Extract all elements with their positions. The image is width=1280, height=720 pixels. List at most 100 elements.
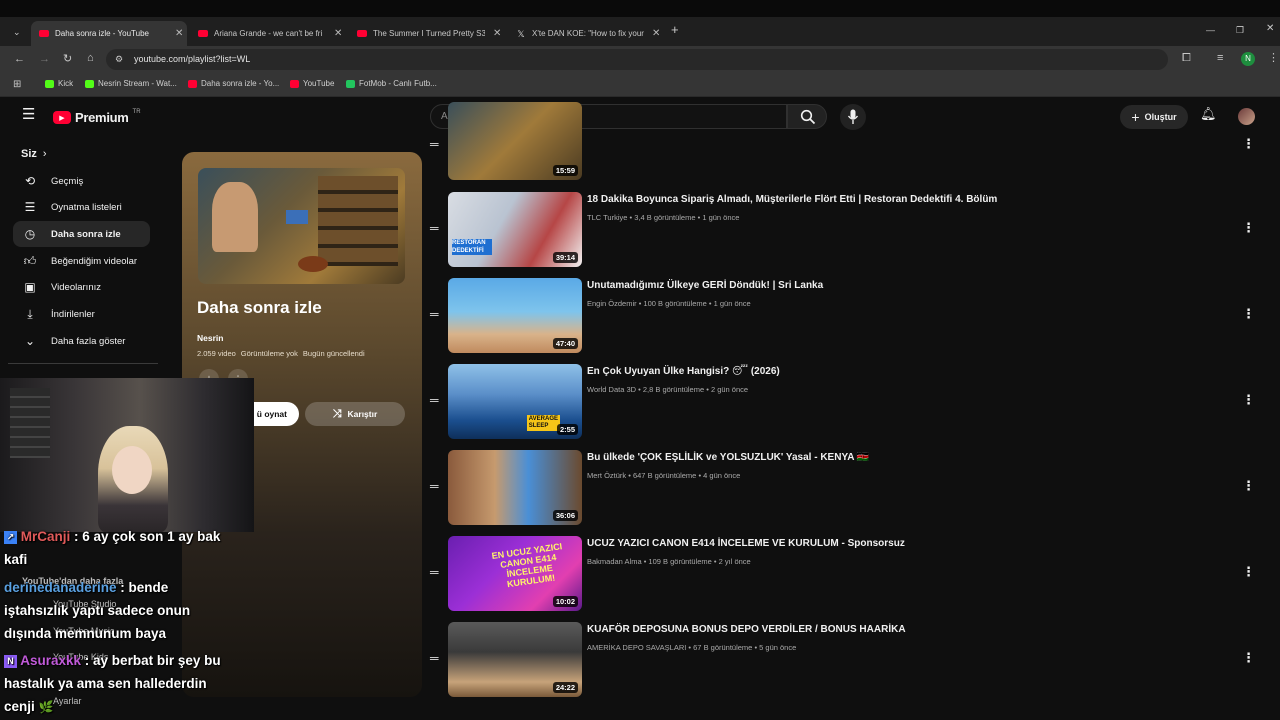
video-title[interactable]: Bu ülkede 'ÇOK EŞLİLİK ve YOLSUZLUK' Yas… bbox=[587, 452, 869, 463]
more-actions-icon[interactable]: ⋮ bbox=[1242, 306, 1255, 322]
sidebar-item-label: İndirilenler bbox=[51, 308, 95, 320]
tab-search-icon[interactable]: ⌄ bbox=[13, 26, 21, 38]
thumbnail-logo: RESTORAN DEDEKTİFİ bbox=[452, 239, 492, 255]
video-thumbnail[interactable]: RESTORAN DEDEKTİFİ 39:14 bbox=[448, 192, 582, 267]
more-actions-icon[interactable]: ⋮ bbox=[1242, 220, 1255, 236]
bookmark-2[interactable]: Daha sonra izle - Yo... bbox=[188, 79, 279, 88]
bookmark-1[interactable]: Nesrin Stream - Wat... bbox=[85, 79, 177, 88]
list-item-video-5[interactable]: ═ EN UCUZ YAZICI CANON E414 İNCELEME KURULU… bbox=[430, 534, 1260, 614]
close-icon[interactable]: ✕ bbox=[334, 28, 342, 39]
bookmark-4[interactable]: FotMob - Canlı Futb... bbox=[346, 79, 437, 88]
drag-handle-icon[interactable]: ═ bbox=[430, 222, 442, 234]
video-thumbnail[interactable]: 24:22 bbox=[448, 622, 582, 697]
video-title[interactable]: En Çok Uyuyan Ülke Hangisi? 😴 (2026) bbox=[587, 366, 780, 377]
address-bar[interactable]: ⚙ youtube.com/playlist?list=WL bbox=[106, 49, 1168, 70]
video-thumbnail[interactable]: 36:06 bbox=[448, 450, 582, 525]
playlist-thumbnail[interactable] bbox=[198, 168, 405, 284]
bookmark-0[interactable]: Kick bbox=[45, 79, 73, 88]
more-actions-icon[interactable]: ⋮ bbox=[1242, 564, 1255, 580]
video-thumbnail[interactable]: 15:59 bbox=[448, 102, 582, 180]
channel-name[interactable]: Bakmadan Alma bbox=[587, 557, 642, 566]
channel-name[interactable]: World Data 3D bbox=[587, 385, 636, 394]
video-title[interactable]: KUAFÖR DEPOSUNA BONUS DEPO VERDİLER / BO… bbox=[587, 624, 906, 635]
home-icon[interactable]: ⌂ bbox=[87, 52, 94, 64]
list-item-video-2[interactable]: ═ 47:40 Unutamadığımız Ülkeye GERİ Döndü… bbox=[430, 276, 1260, 356]
list-item-video-3[interactable]: ═ AVERAGE SLEEP 2:55 En Çok Uyuyan Ülke H… bbox=[430, 362, 1260, 442]
forward-icon[interactable]: → bbox=[39, 53, 50, 65]
youtube-favicon-icon bbox=[39, 30, 49, 37]
drag-handle-icon[interactable]: ═ bbox=[430, 480, 442, 492]
list-item-video-6[interactable]: ═ 24:22 KUAFÖR DEPOSUNA BONUS DEPO VERDİ… bbox=[430, 620, 1260, 700]
media-icon[interactable]: ≡ bbox=[1217, 52, 1223, 64]
video-thumbnail[interactable]: EN UCUZ YAZICI CANON E414 İNCELEME KURULUM!… bbox=[448, 536, 582, 611]
view-count: 67 B görüntüleme bbox=[693, 643, 753, 652]
fotmob-favicon-icon bbox=[346, 79, 355, 88]
channel-name[interactable]: AMERİKA DEPO SAVAŞLARI bbox=[587, 643, 686, 652]
more-actions-icon[interactable]: ⋮ bbox=[1242, 650, 1255, 666]
list-item-video-0[interactable]: ═ 15:59 ⋮ bbox=[430, 102, 1260, 182]
minimize-icon[interactable]: — bbox=[1206, 24, 1215, 36]
tab-1[interactable]: Ariana Grande - we can't be fri ✕ bbox=[190, 21, 346, 46]
sidebar-item-label: Geçmiş bbox=[51, 175, 84, 187]
channel-name[interactable]: TLC Turkiye bbox=[587, 213, 627, 222]
site-info-icon[interactable]: ⚙ bbox=[115, 49, 123, 70]
menu-icon[interactable]: ☰ bbox=[22, 107, 35, 122]
more-actions-icon[interactable]: ⋮ bbox=[1242, 392, 1255, 408]
list-item-video-4[interactable]: ═ 36:06 Bu ülkede 'ÇOK EŞLİLİK ve YOLSUZ… bbox=[430, 448, 1260, 528]
video-title[interactable]: Unutamadığımız Ülkeye GERİ Döndük! | Sri… bbox=[587, 280, 823, 291]
chat-text: dışında memnunum baya bbox=[4, 626, 167, 641]
apps-grid-icon[interactable]: ⊞ bbox=[13, 79, 21, 91]
video-thumbnail[interactable]: AVERAGE SLEEP 2:55 bbox=[448, 364, 582, 439]
view-count: Görüntüleme yok bbox=[240, 349, 298, 358]
tab-0[interactable]: Daha sonra izle - YouTube ✕ bbox=[31, 21, 187, 46]
window-close-icon[interactable]: ✕ bbox=[1266, 23, 1274, 35]
browser-menu-icon[interactable]: ⋮ bbox=[1268, 52, 1279, 64]
video-thumbnail[interactable]: 47:40 bbox=[448, 278, 582, 353]
youtube-logo[interactable]: ▶ Premium TR bbox=[53, 109, 141, 125]
view-count: 3,4 B görüntüleme bbox=[634, 213, 696, 222]
channel-name[interactable]: Engin Özdemir bbox=[587, 299, 637, 308]
duration-badge: 2:55 bbox=[556, 424, 578, 435]
sidebar-section-you[interactable]: Siz › bbox=[21, 148, 47, 160]
sidebar-item-watch-later[interactable]: ◷ Daha sonra izle bbox=[13, 221, 150, 247]
new-tab-icon[interactable]: + bbox=[671, 23, 679, 36]
close-icon[interactable]: ✕ bbox=[175, 28, 183, 39]
close-icon[interactable]: ✕ bbox=[493, 28, 501, 39]
drag-handle-icon[interactable]: ═ bbox=[430, 394, 442, 406]
tab-2[interactable]: The Summer I Turned Pretty S3 ✕ bbox=[349, 21, 505, 46]
thumbnail-bowl bbox=[298, 256, 328, 272]
drag-handle-icon[interactable]: ═ bbox=[430, 138, 442, 150]
sidebar-item-liked[interactable]: 👍︎ Beğendiğim videolar bbox=[13, 248, 150, 274]
webcam-shelf bbox=[10, 388, 50, 458]
back-icon[interactable]: ← bbox=[14, 53, 25, 65]
tab-3[interactable]: 𝕏 X'te DAN KOE: "How to fix your ✕ bbox=[508, 21, 664, 46]
shuffle-button[interactable]: ⤨ Karıştır bbox=[305, 402, 405, 426]
reload-icon[interactable]: ↻ bbox=[63, 53, 72, 65]
updated-text: Bugün güncellendi bbox=[302, 349, 365, 358]
more-actions-icon[interactable]: ⋮ bbox=[1242, 136, 1255, 152]
chat-username: MrCanji bbox=[20, 529, 71, 544]
sidebar-item-playlists[interactable]: ☰ Oynatma listeleri bbox=[13, 194, 150, 220]
more-actions-icon[interactable]: ⋮ bbox=[1242, 478, 1255, 494]
playlist-owner[interactable]: Nesrin bbox=[197, 333, 223, 343]
drag-handle-icon[interactable]: ═ bbox=[430, 566, 442, 578]
webcam-overlay bbox=[0, 378, 254, 532]
drag-handle-icon[interactable]: ═ bbox=[430, 308, 442, 320]
drag-handle-icon[interactable]: ═ bbox=[430, 652, 442, 664]
sidebar-item-downloads[interactable]: ⤓ İndirilenler bbox=[13, 301, 150, 327]
sidebar-item-your-videos[interactable]: ▣ Videolarınız bbox=[13, 274, 150, 300]
video-title[interactable]: 18 Dakika Boyunca Sipariş Almadı, Müşter… bbox=[587, 194, 997, 205]
sidebar-item-history[interactable]: ⟲ Geçmiş bbox=[13, 168, 150, 194]
bookmark-3[interactable]: YouTube bbox=[290, 79, 334, 88]
restore-icon[interactable]: ❐ bbox=[1236, 24, 1244, 36]
sidebar-item-label: Oynatma listeleri bbox=[51, 201, 122, 213]
close-icon[interactable]: ✕ bbox=[652, 28, 660, 39]
video-title[interactable]: UCUZ YAZICI CANON E414 İNCELEME VE KURUL… bbox=[587, 538, 905, 549]
thumbnail-shelves bbox=[318, 176, 398, 266]
sidebar-item-show-more[interactable]: ⌄ Daha fazla göster bbox=[13, 328, 150, 354]
profile-avatar[interactable]: N bbox=[1241, 52, 1255, 66]
section-title: Siz bbox=[21, 148, 37, 160]
channel-name[interactable]: Mert Öztürk bbox=[587, 471, 626, 480]
extensions-icon[interactable]: ⧠ bbox=[1182, 52, 1191, 64]
list-item-video-1[interactable]: ═ RESTORAN DEDEKTİFİ 39:14 18 Dakika Boyu… bbox=[430, 190, 1260, 270]
